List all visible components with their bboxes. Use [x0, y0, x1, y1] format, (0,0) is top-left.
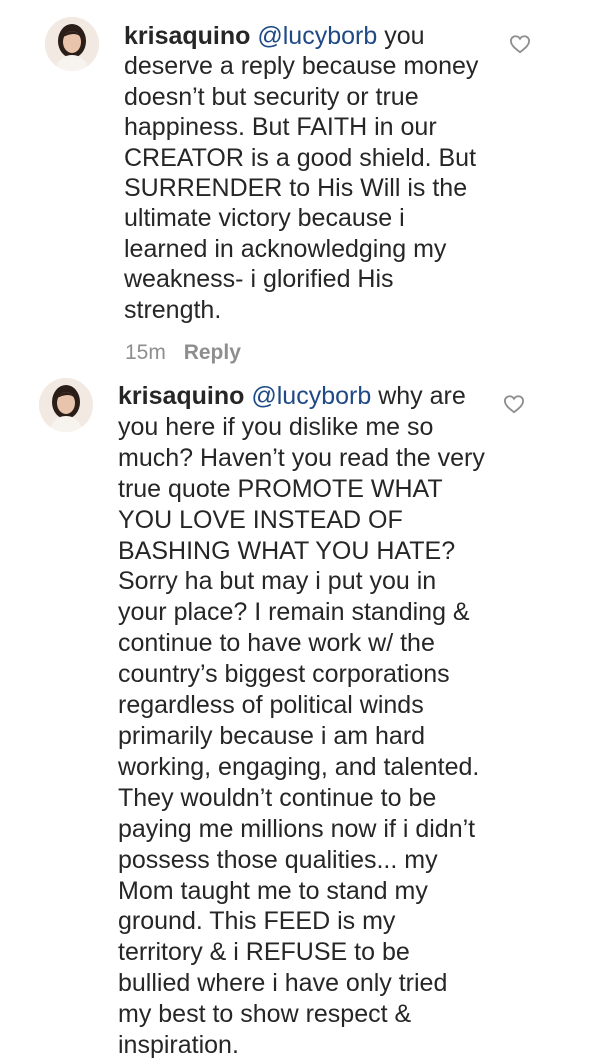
- avatar[interactable]: [45, 17, 99, 71]
- heart-outline-icon[interactable]: [509, 34, 531, 54]
- comment-body: krisaquino @lucyborb why are you here if…: [118, 381, 486, 1061]
- comment-text: you deserve a reply because money doesn’…: [124, 22, 479, 324]
- comment-1: krisaquino @lucyborb you deserve a reply…: [0, 0, 606, 370]
- comment-timestamp: 15m: [125, 341, 166, 364]
- comment-mention[interactable]: @lucyborb: [251, 382, 371, 410]
- comment-username[interactable]: krisaquino: [118, 382, 244, 410]
- avatar[interactable]: [39, 378, 93, 432]
- comment-text: why are you here if you dislike me so mu…: [118, 382, 485, 1060]
- comment-mention[interactable]: @lucyborb: [257, 22, 377, 50]
- reply-button[interactable]: Reply: [184, 341, 241, 364]
- heart-outline-icon[interactable]: [503, 394, 525, 414]
- comment-meta: 15m Reply: [125, 341, 241, 365]
- comment-2: krisaquino @lucyborb why are you here if…: [0, 370, 606, 1062]
- comment-username[interactable]: krisaquino: [124, 22, 250, 50]
- comment-body: krisaquino @lucyborb you deserve a reply…: [124, 21, 482, 325]
